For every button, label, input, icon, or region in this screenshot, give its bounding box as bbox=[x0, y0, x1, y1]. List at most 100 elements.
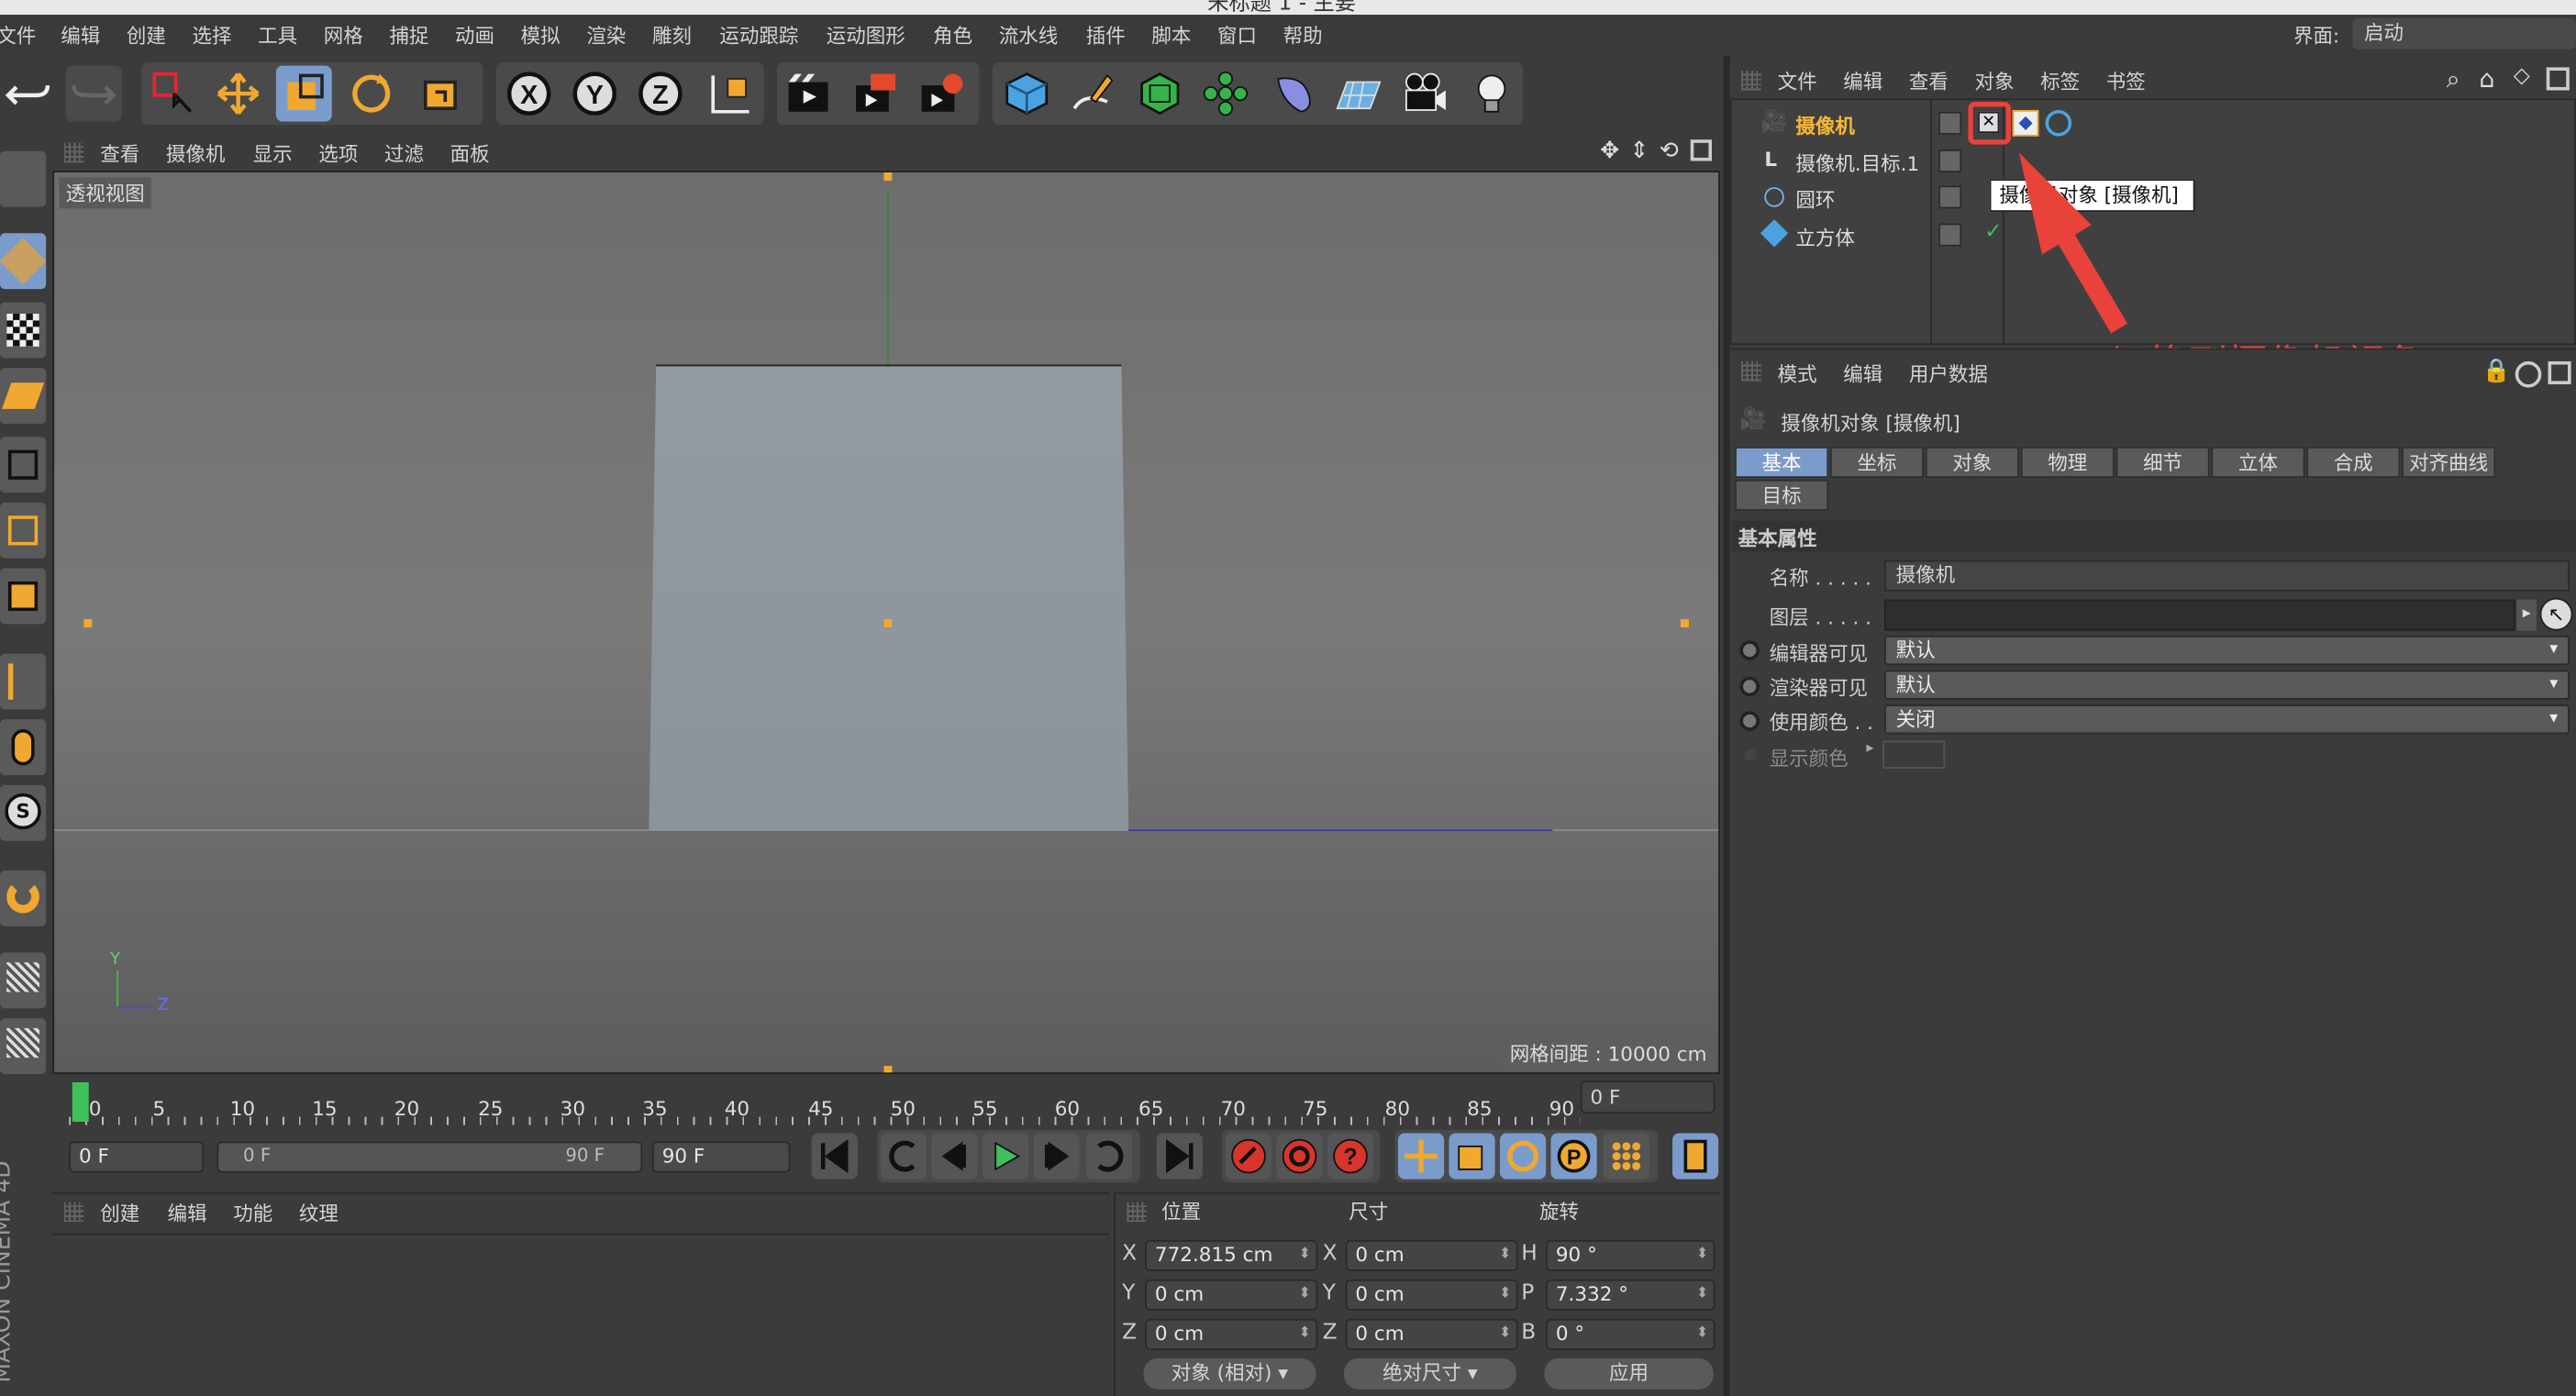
viewport-pan-icon[interactable]: ✥ bbox=[1600, 138, 1619, 164]
polygons-mode-button[interactable] bbox=[0, 568, 47, 625]
tab-physical[interactable]: 物理 bbox=[2020, 447, 2115, 479]
coords-grip-icon[interactable] bbox=[1127, 1202, 1147, 1223]
points-mode-button[interactable] bbox=[0, 437, 47, 493]
size-x-field[interactable]: 0 cm bbox=[1345, 1239, 1518, 1271]
live-select-button[interactable] bbox=[145, 66, 201, 122]
material-menu-edit[interactable]: 编辑 bbox=[168, 1199, 207, 1226]
viewport-menu-display[interactable]: 显示 bbox=[253, 139, 293, 167]
tab-details[interactable]: 细节 bbox=[2115, 447, 2210, 479]
floor-button[interactable] bbox=[1331, 66, 1387, 122]
layer-swatch-cube[interactable] bbox=[1938, 223, 1962, 247]
menu-sculpt[interactable]: 雕刻 bbox=[652, 21, 692, 49]
menu-render[interactable]: 渲染 bbox=[586, 21, 626, 49]
texture-mode-button[interactable] bbox=[0, 302, 47, 359]
key-pla-button[interactable] bbox=[1603, 1133, 1649, 1180]
menu-mesh[interactable]: 网格 bbox=[324, 21, 363, 49]
prev-frame-button[interactable] bbox=[931, 1133, 978, 1180]
layer-field[interactable] bbox=[1884, 599, 2515, 631]
prev-keyframe-button[interactable] bbox=[880, 1133, 927, 1180]
cube-button[interactable] bbox=[999, 66, 1055, 122]
subdivision-button[interactable] bbox=[1132, 66, 1188, 122]
menu-motion-tracking[interactable]: 运动跟踪 bbox=[719, 21, 798, 49]
menu-create[interactable]: 创建 bbox=[127, 21, 166, 49]
menu-script[interactable]: 脚本 bbox=[1151, 21, 1191, 49]
current-frame-field[interactable]: 0 F bbox=[1580, 1080, 1715, 1114]
play-button[interactable] bbox=[982, 1133, 1029, 1180]
home-icon[interactable]: ⌂ bbox=[2479, 64, 2494, 94]
om-menu-objects[interactable]: 对象 bbox=[1975, 67, 2015, 94]
viewport-menu-camera[interactable]: 摄像机 bbox=[166, 139, 225, 167]
layer-picker-icon[interactable]: ↖ bbox=[2539, 597, 2573, 631]
om-menu-file[interactable]: 文件 bbox=[1778, 67, 1817, 94]
viewport-rotate-icon[interactable]: ⟲ bbox=[1660, 138, 1679, 164]
handle-center[interactable] bbox=[883, 619, 893, 628]
search-icon[interactable]: ⌕ bbox=[2447, 64, 2460, 94]
viewport-menu-view[interactable]: 查看 bbox=[100, 139, 139, 167]
object-row-camera[interactable]: 🎥 摄像机 ✕ ◆ bbox=[1741, 102, 2562, 145]
undo-button[interactable] bbox=[0, 66, 56, 122]
edges-mode-button[interactable] bbox=[0, 502, 47, 559]
move-button[interactable] bbox=[210, 66, 266, 122]
render-view-button[interactable] bbox=[781, 66, 837, 122]
rot-p-field[interactable]: 7.332 ° bbox=[1546, 1279, 1715, 1311]
handle-right[interactable] bbox=[1680, 619, 1689, 628]
object-row-cube[interactable]: 立方体 ✓ bbox=[1741, 218, 2562, 254]
layer-swatch-target[interactable] bbox=[1938, 149, 1962, 173]
object-row-camera-target[interactable]: L 摄像机.目标.1 bbox=[1741, 145, 2562, 181]
menu-file[interactable]: 文件 bbox=[0, 21, 36, 49]
pen-button[interactable] bbox=[1064, 66, 1120, 122]
om-menu-edit[interactable]: 编辑 bbox=[1843, 67, 1882, 94]
eye-icon[interactable]: ◇ bbox=[2514, 64, 2530, 89]
viewport-menu-panel[interactable]: 面板 bbox=[450, 139, 490, 167]
lock-icon[interactable]: 🔒 bbox=[2482, 358, 2511, 384]
size-z-field[interactable]: 0 cm bbox=[1345, 1318, 1518, 1350]
light-button[interactable] bbox=[1464, 66, 1520, 122]
z-axis-button[interactable]: Z bbox=[632, 66, 688, 122]
pos-x-field[interactable]: 772.815 cm bbox=[1145, 1239, 1318, 1271]
material-menu-function[interactable]: 功能 bbox=[233, 1199, 272, 1226]
grid-snap-button[interactable] bbox=[0, 1018, 47, 1075]
scale-button[interactable] bbox=[275, 65, 332, 122]
editor-visible-dropdown[interactable]: 默认 bbox=[1884, 635, 2570, 666]
menu-simulate[interactable]: 模拟 bbox=[521, 21, 561, 49]
key-position-button[interactable] bbox=[1397, 1133, 1445, 1180]
layout-dropdown[interactable]: 启动 bbox=[2352, 17, 2576, 50]
menu-snap[interactable]: 捕捉 bbox=[389, 21, 428, 49]
tab-target[interactable]: 目标 bbox=[1735, 479, 1829, 511]
tab-basic[interactable]: 基本 bbox=[1735, 447, 1829, 479]
rotate-button[interactable] bbox=[343, 66, 399, 122]
om-menu-view[interactable]: 查看 bbox=[1909, 67, 1949, 94]
camera-button[interactable] bbox=[1396, 66, 1452, 122]
use-color-radio[interactable] bbox=[1739, 711, 1760, 731]
perspective-viewport[interactable]: 透视视图 Y Z 网格间距 : 10000 cm bbox=[52, 171, 1720, 1075]
handle-bottom[interactable] bbox=[883, 1066, 893, 1073]
model-mode-button[interactable] bbox=[0, 233, 47, 290]
next-keyframe-button[interactable] bbox=[1085, 1133, 1132, 1180]
coord-system-button[interactable] bbox=[702, 66, 758, 122]
am-menu-userdata[interactable]: 用户数据 bbox=[1909, 360, 1988, 387]
material-grip-icon[interactable] bbox=[63, 1202, 84, 1223]
redo-button[interactable] bbox=[65, 65, 122, 122]
lock-workplane-button[interactable] bbox=[0, 952, 47, 1009]
editor-visible-radio[interactable] bbox=[1739, 640, 1760, 660]
om-menu-bookmarks[interactable]: 书签 bbox=[2106, 67, 2146, 94]
render-settings-button[interactable] bbox=[914, 66, 970, 122]
make-editable-button[interactable] bbox=[0, 150, 47, 207]
menu-character[interactable]: 角色 bbox=[933, 21, 972, 49]
start-frame-field[interactable]: 0 F bbox=[69, 1141, 205, 1173]
menu-animate[interactable]: 动画 bbox=[455, 21, 494, 49]
am-menu-mode[interactable]: 模式 bbox=[1778, 360, 1817, 387]
display-color-expand-icon[interactable]: ▸ bbox=[1866, 741, 1873, 758]
magnet-button[interactable] bbox=[0, 870, 47, 926]
pos-y-field[interactable]: 0 cm bbox=[1145, 1279, 1318, 1311]
material-menu-texture[interactable]: 纹理 bbox=[299, 1199, 339, 1226]
next-frame-button[interactable] bbox=[1033, 1133, 1080, 1180]
workplane-button[interactable] bbox=[0, 368, 47, 424]
render-visible-dropdown[interactable]: 默认 bbox=[1884, 670, 2570, 700]
viewport-maximize-icon[interactable] bbox=[1690, 139, 1713, 161]
tab-composition[interactable]: 合成 bbox=[2306, 447, 2401, 479]
menu-window[interactable]: 窗口 bbox=[1217, 21, 1257, 49]
object-manager-grip-icon[interactable] bbox=[1741, 70, 1761, 91]
tweak-mode-button[interactable] bbox=[0, 719, 47, 776]
am-expand-icon[interactable] bbox=[2548, 360, 2571, 385]
